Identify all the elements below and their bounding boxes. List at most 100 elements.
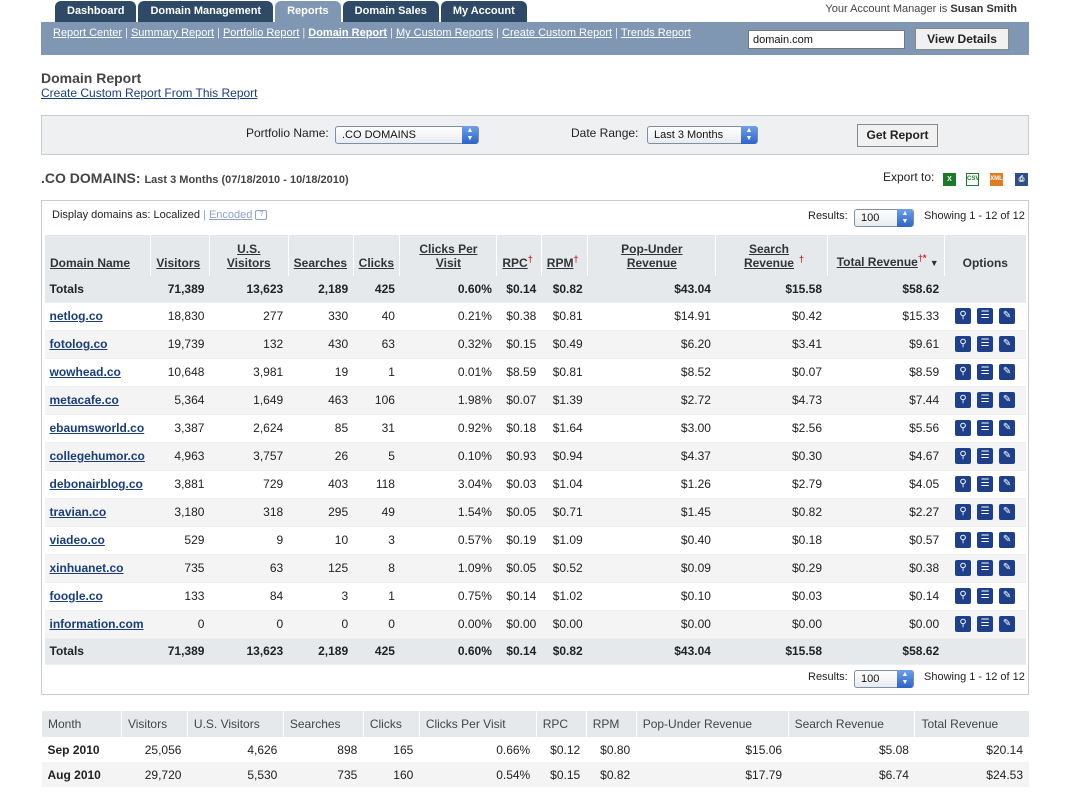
view-details-button[interactable]: View Details [915, 28, 1009, 50]
link-report-center[interactable]: Report Center [53, 27, 122, 39]
domain-link[interactable]: metacafe.co [50, 393, 119, 407]
sort-search-revenue[interactable]: Search Revenue [739, 242, 799, 270]
list-icon[interactable]: ☰ [977, 448, 994, 464]
sort-pop-under-revenue[interactable]: Pop-Under Revenue [617, 242, 687, 270]
sort-us-visitors[interactable]: U.S. Visitors [227, 242, 271, 270]
create-custom-report-link[interactable]: Create Custom Report From This Report [41, 86, 258, 100]
edit-icon[interactable]: ✎ [999, 420, 1016, 436]
link-my-custom-reports[interactable]: My Custom Reports [396, 27, 493, 39]
link-summary-report[interactable]: Summary Report [131, 27, 214, 39]
domain-link[interactable]: netlog.co [50, 309, 103, 323]
magnify-icon[interactable]: ⚲ [955, 532, 972, 548]
col-clicks[interactable]: Clicks [352, 235, 400, 276]
edit-icon[interactable]: ✎ [999, 616, 1016, 632]
date-range-select[interactable]: Last 3 Months ▲ ▼ [647, 126, 758, 144]
magnify-icon[interactable]: ⚲ [955, 308, 972, 324]
col-clicks-per-visit[interactable]: Clicks Per Visit [399, 235, 497, 276]
tab-domain-management[interactable]: Domain Management [138, 1, 274, 22]
col-rpm[interactable]: RPM† [540, 235, 588, 276]
col-us-visitors[interactable]: U.S. Visitors [208, 235, 289, 276]
col-rpc[interactable]: RPC† [496, 235, 542, 276]
sort-clicks[interactable]: Clicks [359, 256, 394, 270]
sort-total-revenue[interactable]: Total Revenue [837, 255, 918, 269]
encoded-link[interactable]: Encoded [209, 209, 252, 221]
domain-link[interactable]: foogle.co [50, 589, 103, 603]
domain-search-input[interactable] [748, 30, 905, 49]
link-portfolio-report[interactable]: Portfolio Report [223, 27, 299, 39]
list-icon[interactable]: ☰ [977, 476, 994, 492]
print-icon[interactable]: ⎙ [1015, 173, 1028, 186]
list-icon[interactable]: ☰ [977, 532, 994, 548]
showing-count-bottom: Showing 1 - 12 of 12 [924, 671, 1025, 683]
excel-icon[interactable]: X [943, 173, 956, 186]
col-search-revenue[interactable]: Search Revenue † [715, 235, 828, 276]
domain-link[interactable]: wowhead.co [50, 365, 121, 379]
help-icon[interactable]: ? [255, 210, 268, 221]
magnify-icon[interactable]: ⚲ [955, 560, 972, 576]
link-trends-report[interactable]: Trends Report [621, 27, 691, 39]
magnify-icon[interactable]: ⚲ [955, 420, 972, 436]
results-select-bottom[interactable]: 100 ▲ ▼ [854, 670, 914, 688]
xml-icon[interactable]: XML [990, 173, 1003, 186]
list-icon[interactable]: ☰ [977, 588, 994, 604]
sort-searches[interactable]: Searches [294, 256, 347, 270]
sort-visitors[interactable]: Visitors [156, 256, 200, 270]
edit-icon[interactable]: ✎ [999, 588, 1016, 604]
col-pop-under-revenue[interactable]: Pop-Under Revenue [587, 235, 716, 276]
edit-icon[interactable]: ✎ [999, 392, 1016, 408]
magnify-icon[interactable]: ⚲ [955, 504, 972, 520]
sort-desc-icon[interactable]: ▼ [930, 258, 939, 268]
magnify-icon[interactable]: ⚲ [955, 336, 972, 352]
list-icon[interactable]: ☰ [977, 336, 994, 352]
sort-clicks-per-visit[interactable]: Clicks Per Visit [419, 242, 477, 270]
link-domain-report[interactable]: Domain Report [308, 27, 387, 39]
list-icon[interactable]: ☰ [977, 616, 994, 632]
tab-reports[interactable]: Reports [275, 1, 341, 23]
list-icon[interactable]: ☰ [977, 420, 994, 436]
edit-icon[interactable]: ✎ [999, 476, 1016, 492]
domain-link[interactable]: viadeo.co [50, 533, 105, 547]
edit-icon[interactable]: ✎ [999, 336, 1016, 352]
magnify-icon[interactable]: ⚲ [955, 616, 972, 632]
sort-rpc[interactable]: RPC [502, 256, 527, 270]
get-report-button[interactable]: Get Report [857, 124, 938, 147]
list-icon[interactable]: ☰ [977, 308, 994, 324]
list-icon[interactable]: ☰ [977, 560, 994, 576]
domain-link[interactable]: xinhuanet.co [50, 561, 124, 575]
tab-domain-sales[interactable]: Domain Sales [342, 1, 439, 22]
list-icon[interactable]: ☰ [977, 392, 994, 408]
magnify-icon[interactable]: ⚲ [955, 392, 972, 408]
edit-icon[interactable]: ✎ [999, 532, 1016, 548]
csv-icon[interactable]: CSV [966, 173, 979, 186]
results-select[interactable]: 100 ▲ ▼ [854, 209, 914, 227]
col-visitors[interactable]: Visitors [150, 235, 210, 276]
edit-icon[interactable]: ✎ [999, 504, 1016, 520]
sort-rpm[interactable]: RPM [547, 256, 574, 270]
domain-link[interactable]: travian.co [50, 505, 107, 519]
domain-link[interactable]: collegehumor.co [50, 449, 145, 463]
sort-domain-name[interactable]: Domain Name [50, 256, 130, 270]
tab-my-account[interactable]: My Account [440, 1, 527, 22]
edit-icon[interactable]: ✎ [999, 308, 1016, 324]
magnify-icon[interactable]: ⚲ [955, 364, 972, 380]
edit-icon[interactable]: ✎ [999, 448, 1016, 464]
magnify-icon[interactable]: ⚲ [955, 588, 972, 604]
edit-icon[interactable]: ✎ [999, 560, 1016, 576]
col-searches[interactable]: Searches [287, 235, 354, 276]
portfolio-select[interactable]: .CO DOMAINS ▲ ▼ [335, 126, 479, 144]
list-icon[interactable]: ☰ [977, 364, 994, 380]
list-icon[interactable]: ☰ [977, 504, 994, 520]
domain-link[interactable]: fotolog.co [50, 337, 108, 351]
magnify-icon[interactable]: ⚲ [955, 476, 972, 492]
table-cell: 1.54% [399, 498, 497, 527]
table-cell: 5,364 [150, 386, 210, 415]
domain-link[interactable]: ebaumsworld.co [50, 421, 145, 435]
tab-dashboard[interactable]: Dashboard [55, 1, 137, 22]
link-create-custom-report[interactable]: Create Custom Report [502, 27, 612, 39]
domain-link[interactable]: debonairblog.co [50, 477, 143, 491]
magnify-icon[interactable]: ⚲ [955, 448, 972, 464]
col-domain-name[interactable]: Domain Name [43, 235, 151, 276]
edit-icon[interactable]: ✎ [999, 364, 1016, 380]
domain-link[interactable]: information.com [50, 617, 144, 631]
col-total-revenue[interactable]: Total Revenue†* ▼ [826, 235, 945, 276]
